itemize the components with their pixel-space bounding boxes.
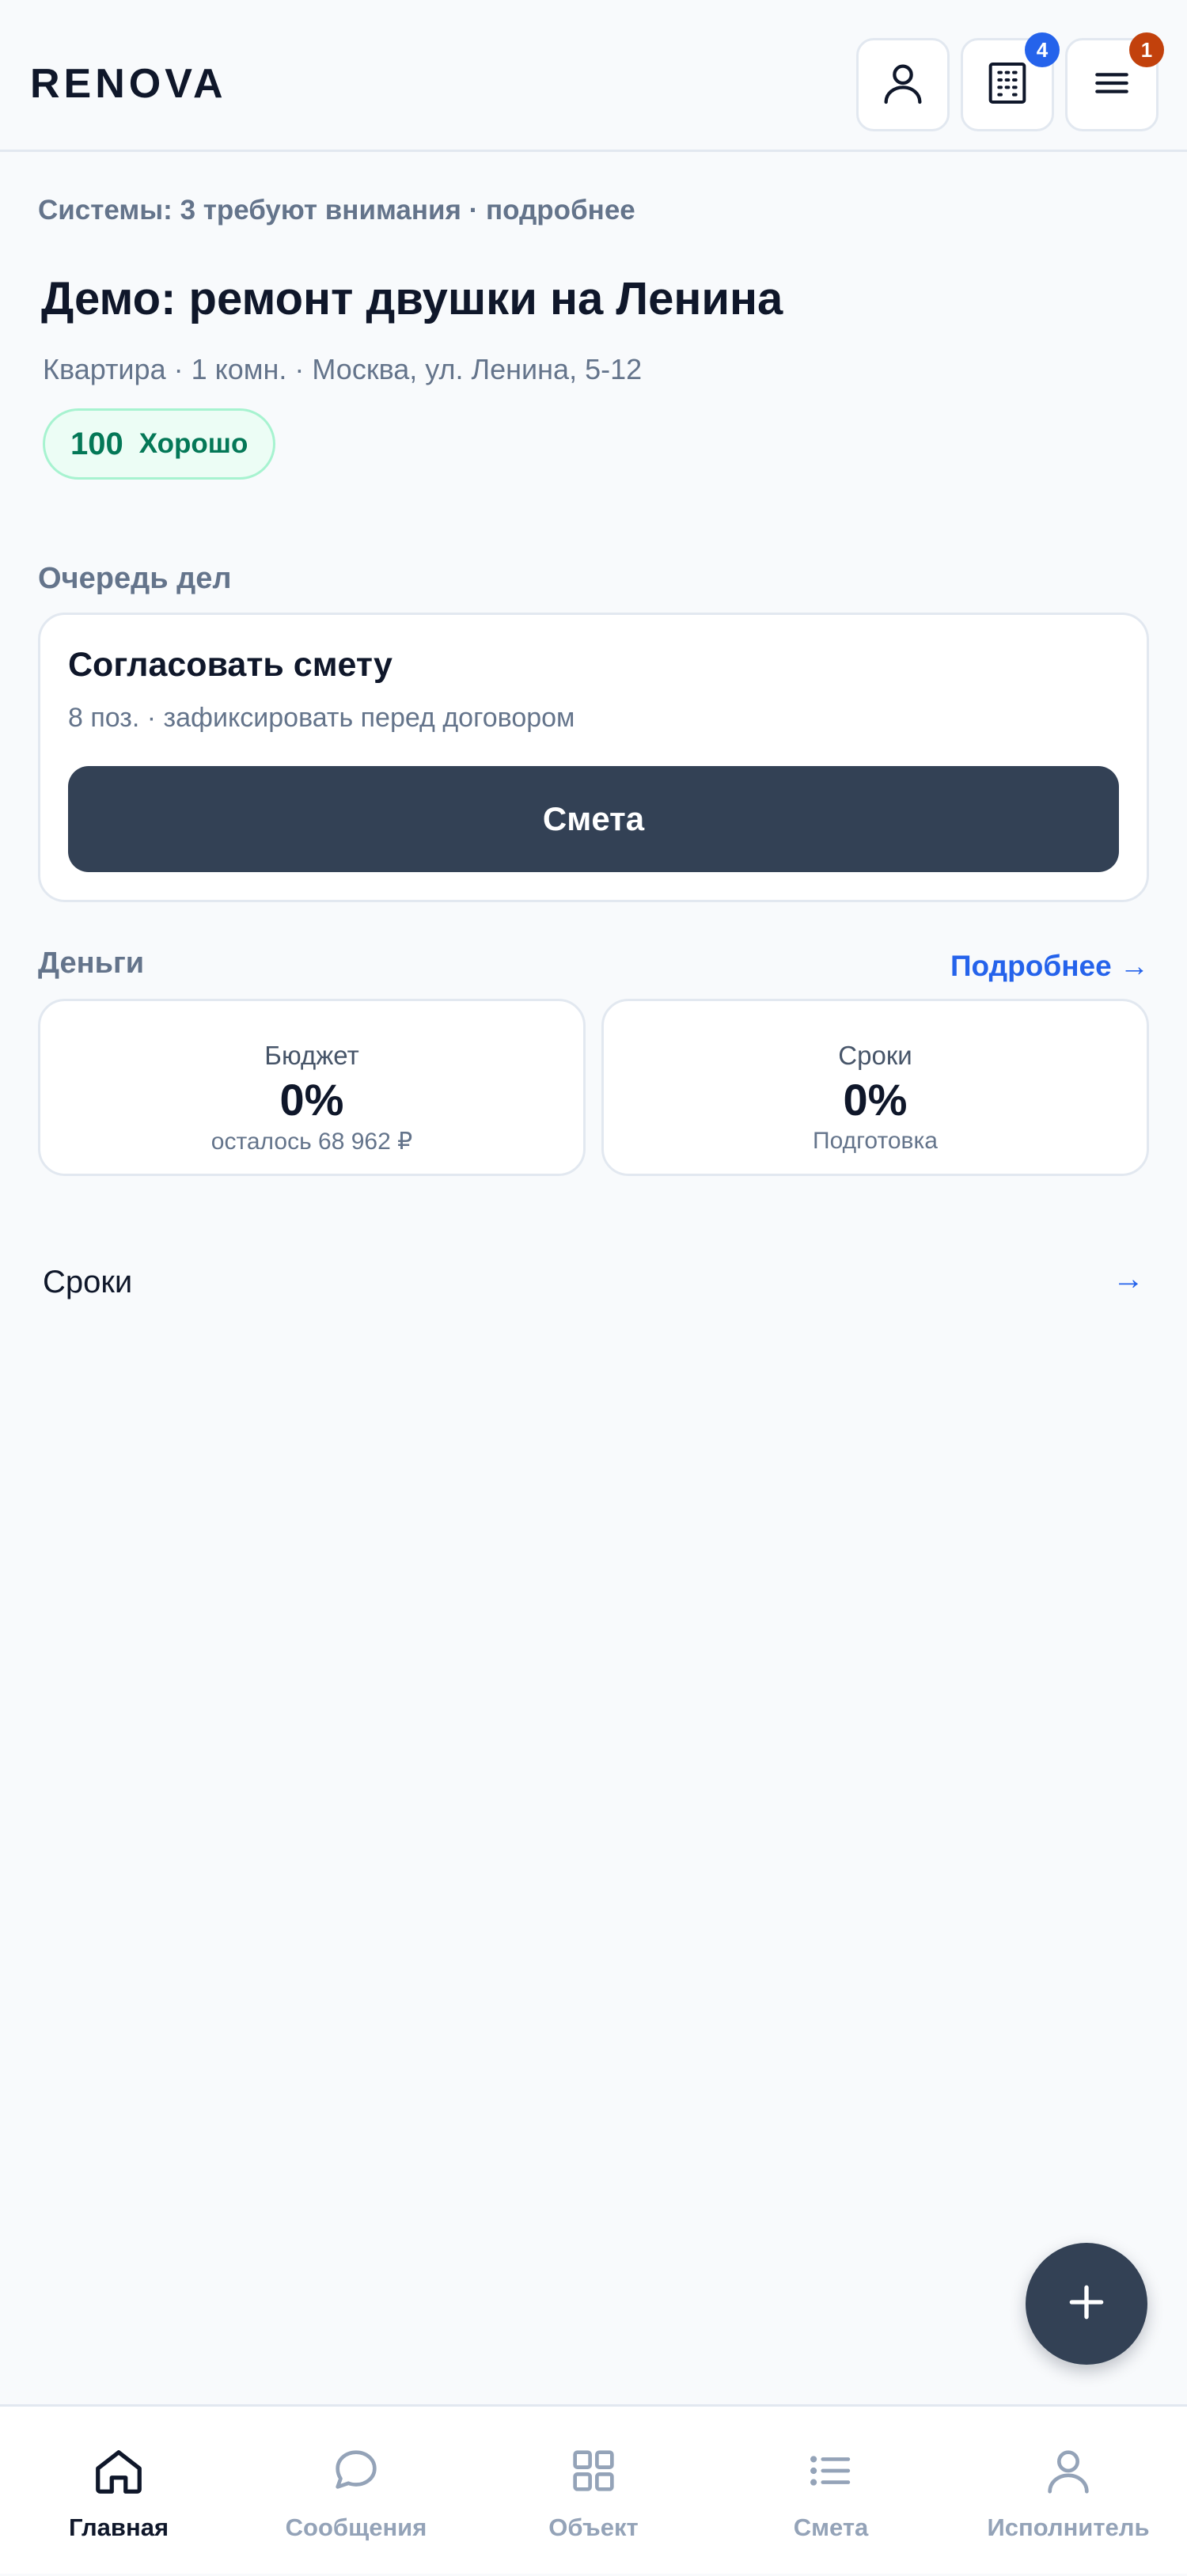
health-score-value: 100 — [70, 426, 123, 461]
home-icon — [91, 2407, 146, 2502]
project-subtitle: Квартира · 1 комн. · Москва, ул. Ленина,… — [43, 353, 643, 385]
nav-item-estimate[interactable]: Смета — [712, 2407, 950, 2576]
menu-icon — [1087, 58, 1137, 112]
budget-label: Бюджет — [264, 1041, 359, 1070]
money-details-link[interactable]: Подробнее → — [950, 950, 1149, 983]
queue-task-title: Согласовать смету — [68, 646, 393, 684]
schedule-label: Сроки — [838, 1041, 912, 1070]
nav-item-messages[interactable]: Сообщения — [237, 2407, 475, 2576]
nav-label-estimate: Смета — [793, 2513, 869, 2541]
systems-attention-link[interactable]: Системы: 3 требуют внимания · подробнее — [38, 195, 635, 226]
budget-card[interactable]: Бюджет 0% осталось 68 962 ₽ — [38, 999, 586, 1176]
objects-button[interactable]: 4 — [961, 32, 1060, 131]
schedule-card[interactable]: Сроки 0% Подготовка — [601, 999, 1149, 1176]
nav-label-contractor: Исполнитель — [987, 2513, 1150, 2541]
schedule-value: 0% — [843, 1075, 908, 1125]
budget-value: 0% — [279, 1075, 344, 1125]
profile-button[interactable] — [856, 38, 950, 131]
menu-button[interactable]: 1 — [1065, 32, 1164, 131]
add-fab-button[interactable] — [1026, 2243, 1147, 2365]
schedule-stage: Подготовка — [813, 1128, 938, 1154]
plus-icon — [1061, 2277, 1112, 2331]
app-logo: RENOVA — [30, 61, 227, 107]
nav-item-contractor[interactable]: Исполнитель — [950, 2407, 1187, 2576]
estimate-button[interactable]: Смета — [68, 766, 1119, 872]
grid-icon — [566, 2407, 621, 2502]
objects-count-badge: 4 — [1025, 32, 1060, 67]
health-score-badge: 100 Хорошо — [43, 408, 276, 480]
budget-remaining: осталось 68 962 ₽ — [210, 1129, 413, 1155]
user-icon — [1041, 2407, 1096, 2502]
chat-icon — [328, 2407, 384, 2502]
nav-label-home: Главная — [68, 2513, 169, 2541]
project-title: Демо: ремонт двушки на Ленина — [41, 273, 783, 324]
queue-task-subtitle: 8 поз. · зафиксировать перед договором — [68, 703, 575, 733]
building-icon — [982, 58, 1033, 112]
menu-notification-badge: 1 — [1129, 32, 1164, 67]
health-score-label: Хорошо — [138, 428, 248, 459]
nav-item-home[interactable]: Главная — [0, 2407, 237, 2576]
list-icon — [803, 2407, 859, 2502]
nav-label-messages: Сообщения — [285, 2513, 427, 2541]
nav-item-object[interactable]: Объект — [475, 2407, 712, 2576]
app-header: RENOVA 4 1 — [0, 0, 1187, 152]
queue-section-label: Очередь дел — [38, 562, 232, 595]
bottom-navigation: Главная Сообщения Объект Смета Исполните… — [0, 2404, 1187, 2574]
timeline-row-title[interactable]: Сроки — [43, 1265, 132, 1300]
user-icon — [878, 58, 928, 112]
timeline-row-arrow-icon[interactable]: → — [1113, 1261, 1144, 1297]
money-section-label: Деньги — [38, 947, 145, 980]
nav-label-object: Объект — [548, 2513, 639, 2541]
